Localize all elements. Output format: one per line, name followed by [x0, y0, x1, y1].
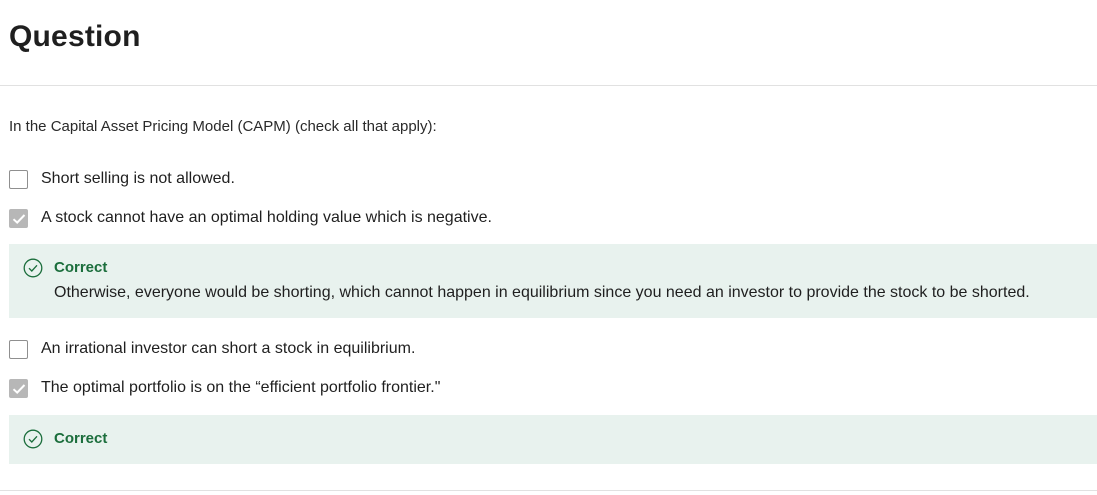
option-2[interactable]: A stock cannot have an optimal holding v…: [9, 207, 492, 229]
checkbox-checked[interactable]: [9, 208, 28, 228]
feedback-correct: Correct: [9, 415, 1097, 464]
option-label: An irrational investor can short a stock…: [41, 340, 416, 357]
feedback-status: Correct: [54, 430, 108, 447]
option-label: Short selling is not allowed.: [41, 170, 235, 187]
checkmark-icon: [12, 383, 26, 394]
option-1[interactable]: Short selling is not allowed.: [9, 168, 235, 190]
feedback-correct: Correct Otherwise, everyone would be sho…: [9, 244, 1097, 318]
feedback-explanation: Otherwise, everyone would be shorting, w…: [54, 284, 1030, 301]
feedback-status: Correct: [54, 259, 108, 276]
option-4[interactable]: The optimal portfolio is on the “efficie…: [9, 377, 440, 399]
checkbox-unchecked[interactable]: [9, 169, 28, 189]
check-circle-icon: [23, 429, 43, 449]
page-title: Question: [9, 20, 141, 53]
checkmark-icon: [12, 213, 26, 224]
question-header: Question: [0, 0, 1097, 86]
option-label: A stock cannot have an optimal holding v…: [41, 209, 492, 226]
question-prompt: In the Capital Asset Pricing Model (CAPM…: [9, 118, 437, 135]
checkbox-unchecked[interactable]: [9, 339, 28, 359]
option-label: The optimal portfolio is on the “efficie…: [41, 379, 441, 396]
check-circle-icon: [23, 258, 43, 278]
checkbox-checked[interactable]: [9, 378, 28, 398]
option-3[interactable]: An irrational investor can short a stock…: [9, 338, 415, 360]
divider: [0, 490, 1097, 491]
